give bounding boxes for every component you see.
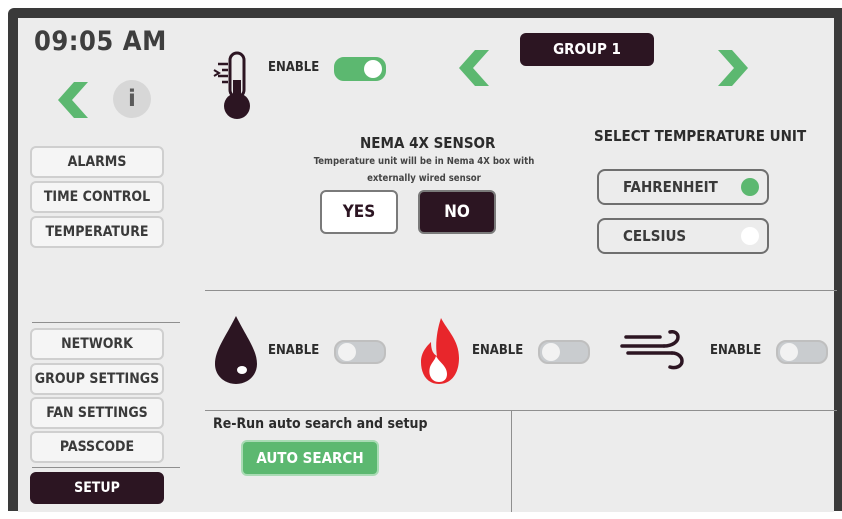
radio-selected-icon xyxy=(741,178,759,196)
unit-celsius-option[interactable]: CELSIUS xyxy=(597,218,769,254)
nema-description-line2: externally wired sensor xyxy=(367,173,481,184)
back-chevron-icon[interactable] xyxy=(56,80,96,120)
unit-fahrenheit-option[interactable]: FAHRENHEIT xyxy=(597,169,769,205)
flame-enable-toggle[interactable] xyxy=(538,340,590,364)
group-selector[interactable]: GROUP 1 xyxy=(520,33,654,66)
toggle-knob xyxy=(338,343,356,361)
wind-enable-toggle[interactable] xyxy=(776,340,828,364)
radio-unselected-icon xyxy=(741,227,759,245)
bottom-section-divider xyxy=(205,410,837,411)
temp-unit-title: SELECT TEMPERATURE UNIT xyxy=(594,127,807,145)
nema-no-button[interactable]: NO xyxy=(418,190,496,234)
nema-description-line1: Temperature unit will be in Nema 4X box … xyxy=(313,156,535,167)
water-drop-icon xyxy=(215,316,257,384)
info-icon[interactable]: i xyxy=(113,80,151,118)
flame-icon xyxy=(421,318,459,384)
toggle-knob xyxy=(542,343,560,361)
wind-icon xyxy=(620,330,684,370)
nema-title: NEMA 4X SENSOR xyxy=(360,134,496,152)
section-divider xyxy=(205,290,837,291)
sidebar-divider-bottom xyxy=(32,467,180,468)
drop-enable-toggle[interactable] xyxy=(334,340,386,364)
drop-enable-label: ENABLE xyxy=(268,343,320,358)
temperature-enable-toggle[interactable] xyxy=(334,57,386,81)
nav-group-settings[interactable]: GROUP SETTINGS xyxy=(30,363,164,395)
wind-enable-label: ENABLE xyxy=(710,343,762,358)
nav-temperature[interactable]: TEMPERATURE xyxy=(30,216,164,248)
nav-setup[interactable]: SETUP xyxy=(30,472,164,504)
autosearch-heading: Re-Run auto search and setup xyxy=(213,416,428,432)
bottom-vertical-divider xyxy=(511,410,512,512)
sidebar-divider xyxy=(32,322,180,323)
nav-time-control[interactable]: TIME CONTROL xyxy=(30,181,164,213)
thermometer-icon xyxy=(213,51,250,119)
unit-celsius-label: CELSIUS xyxy=(623,227,687,245)
prev-group-chevron-icon[interactable] xyxy=(455,48,495,88)
unit-fahrenheit-label: FAHRENHEIT xyxy=(623,178,718,196)
auto-search-button[interactable]: AUTO SEARCH xyxy=(241,440,379,476)
next-group-chevron-icon[interactable] xyxy=(712,48,752,88)
flame-enable-label: ENABLE xyxy=(472,343,524,358)
nav-passcode[interactable]: PASSCODE xyxy=(30,431,164,463)
clock-display: 09:05 AM xyxy=(34,26,167,57)
nema-yes-button[interactable]: YES xyxy=(320,190,398,234)
toggle-knob xyxy=(364,60,382,78)
toggle-knob xyxy=(780,343,798,361)
temperature-enable-label: ENABLE xyxy=(268,60,320,75)
nav-network[interactable]: NETWORK xyxy=(30,328,164,360)
nav-alarms[interactable]: ALARMS xyxy=(30,146,164,178)
nav-fan-settings[interactable]: FAN SETTINGS xyxy=(30,397,164,429)
